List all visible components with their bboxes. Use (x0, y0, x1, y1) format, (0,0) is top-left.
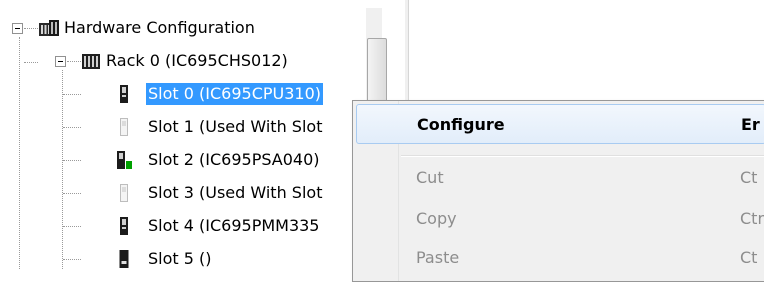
menu-item-label: Copy (416, 209, 457, 228)
tree-line (63, 127, 81, 128)
tree-line (63, 226, 81, 227)
tree-line (24, 62, 38, 63)
menu-item-shortcut: Ct (740, 168, 758, 187)
power-supply-module-icon (117, 151, 132, 169)
menu-item-label: Paste (416, 248, 460, 267)
module-icon (120, 217, 128, 235)
menu-item-configure[interactable]: Configure Er (356, 104, 764, 144)
tree-node-slot-2[interactable]: Slot 2 (IC695PSA040) (146, 149, 322, 171)
empty-slot-icon (120, 184, 128, 202)
tree-line (62, 70, 63, 269)
tree-node-slot-3[interactable]: Slot 3 (Used With Slot (146, 182, 324, 204)
module-icon (119, 250, 129, 268)
collapse-toggle-root[interactable] (12, 23, 23, 34)
tree-line (63, 160, 81, 161)
scrollbar-thumb[interactable] (367, 38, 387, 106)
tree-view: Hardware Configuration Rack 0 (IC695CHS0… (0, 0, 370, 269)
empty-slot-icon (120, 118, 128, 136)
tree-line (67, 61, 81, 62)
menu-item-paste[interactable]: Paste Ct (356, 238, 764, 278)
tree-node-slot-5[interactable]: Slot 5 () (146, 248, 214, 270)
tree-line (63, 193, 81, 194)
menu-item-label: Cut (416, 168, 444, 187)
rack-icon (82, 54, 100, 69)
tree-node-rack-0[interactable]: Rack 0 (IC695CHS012) (104, 50, 290, 72)
menu-item-copy[interactable]: Copy Ctr (356, 199, 764, 239)
tree-line (19, 37, 20, 269)
hardware-configuration-icon (39, 20, 59, 36)
tree-line (63, 259, 81, 260)
tree-node-slot-0[interactable]: Slot 0 (IC695CPU310) (146, 83, 323, 105)
tree-node-slot-1[interactable]: Slot 1 (Used With Slot (146, 116, 324, 138)
menu-item-shortcut: Ctr (740, 209, 764, 228)
tree-line (63, 94, 81, 95)
menu-item-cut[interactable]: Cut Ct (356, 158, 764, 198)
collapse-toggle-rack[interactable] (55, 56, 66, 67)
menu-item-label: Configure (417, 115, 505, 134)
tree-node-hardware-configuration[interactable]: Hardware Configuration (62, 17, 257, 39)
menu-item-shortcut: Er (741, 115, 760, 134)
tree-node-slot-4[interactable]: Slot 4 (IC695PMM335 (146, 215, 321, 237)
cpu-module-icon (120, 85, 128, 103)
menu-item-shortcut: Ct (740, 248, 758, 267)
tree-line (24, 28, 38, 29)
context-menu: Configure Er Cut Ct Copy Ctr Paste Ct (352, 100, 764, 282)
menu-separator (401, 155, 764, 157)
